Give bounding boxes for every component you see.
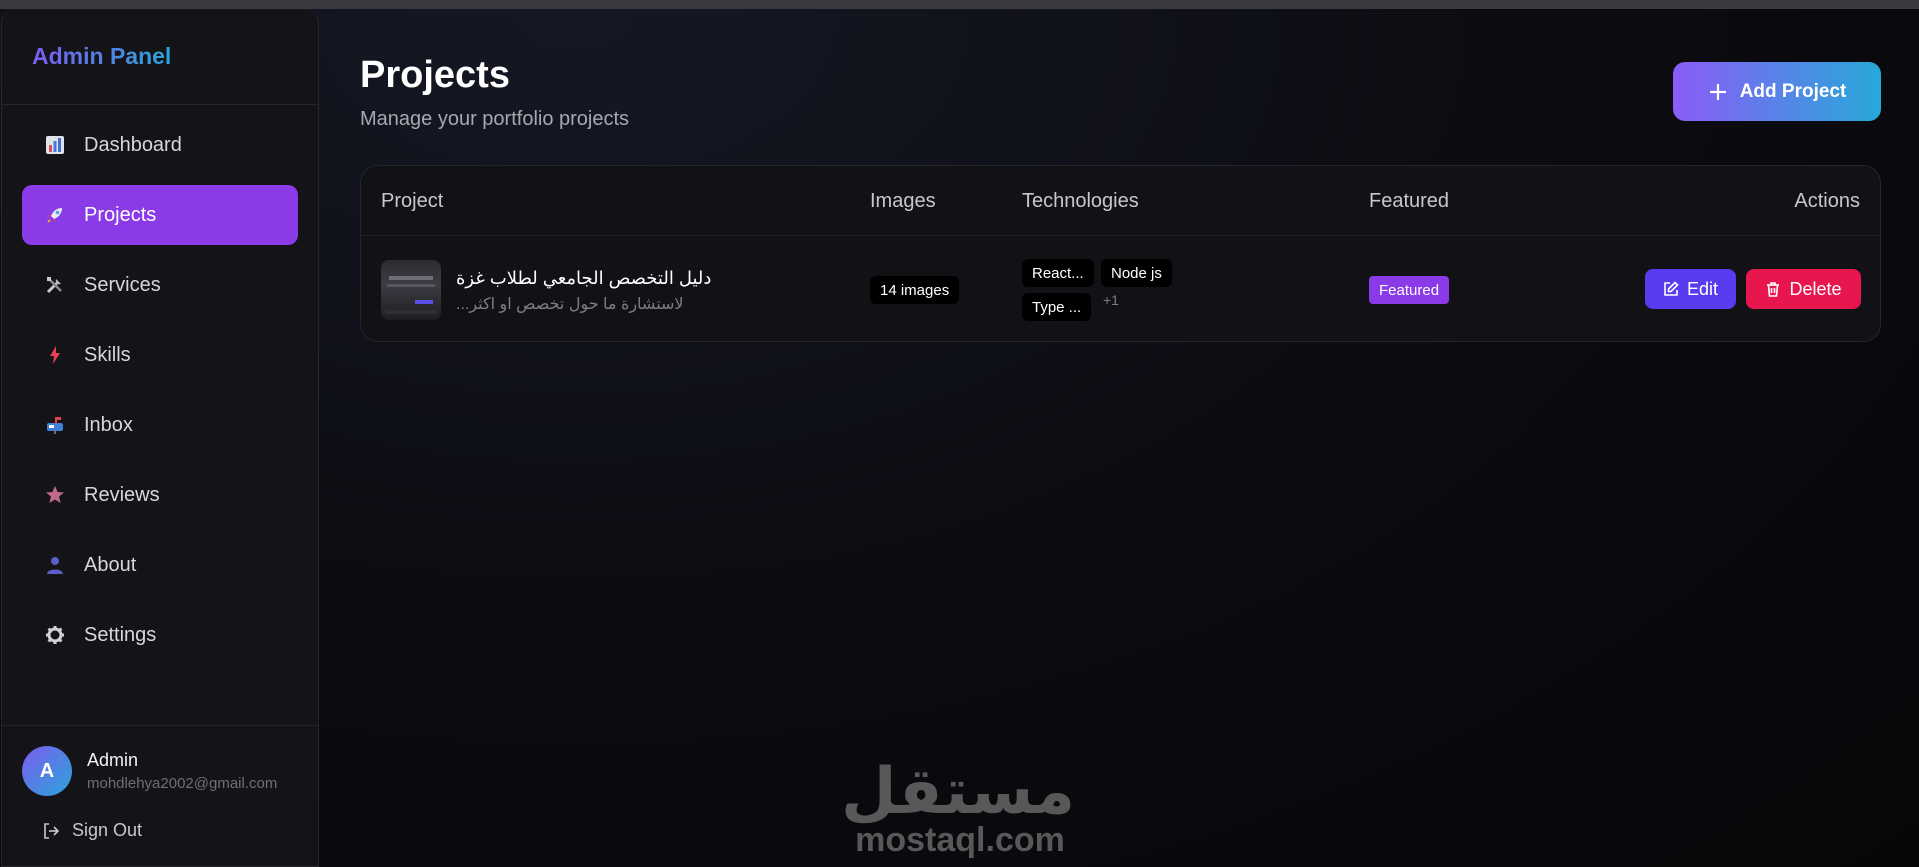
tech-tag: Node js [1101,259,1172,287]
sidebar-item-label: Dashboard [84,133,182,156]
sidebar-item-settings[interactable]: Settings [22,605,298,665]
rocket-icon [44,204,66,226]
tech-more-count: +1 [1103,292,1119,308]
table-header: Project Images Technologies Featured Act… [361,166,1880,236]
column-header-images: Images [870,190,936,212]
column-header-technologies: Technologies [1022,190,1139,212]
column-header-featured: Featured [1369,190,1450,212]
tools-icon [44,274,66,296]
browser-top-bar [0,0,1919,9]
delete-label: Delete [1789,278,1842,299]
app-root: Admin Panel Dashboard Projects Services [0,9,1919,867]
add-project-label: Add Project [1739,80,1847,102]
sidebar-item-skills[interactable]: Skills [22,325,298,385]
brand-title: Admin Panel [32,43,172,69]
watermark-latin: mostaql.com [855,821,1065,859]
column-header-actions: Actions [1794,190,1860,212]
user-email: mohdlehya2002@gmail.com [87,775,278,792]
sidebar-item-services[interactable]: Services [22,255,298,315]
project-title: دليل التخصص الجامعي لطلاب غزة [456,268,712,288]
images-count-badge: 14 images [870,276,960,304]
tech-tag: Type ... [1022,293,1092,321]
sign-out-label: Sign Out [72,820,143,840]
user-profile: A Admin mohdlehya2002@gmail.com [22,746,277,796]
gear-icon [44,624,66,646]
sidebar-item-inbox[interactable]: Inbox [22,395,298,455]
sidebar-item-label: Skills [84,343,131,366]
sidebar-nav: Dashboard Projects Services Skills Inbox… [2,115,318,665]
user-name: Admin [87,750,139,770]
sign-out-button[interactable]: Sign Out [42,820,142,841]
sign-out-icon [42,822,60,840]
bar-chart-icon [44,134,66,156]
avatar: A [22,746,72,796]
edit-button[interactable]: Edit [1645,269,1736,309]
tech-tag: React... [1022,259,1094,287]
person-icon [44,554,66,576]
column-header-project: Project [381,190,444,212]
mailbox-icon [44,414,66,436]
delete-button[interactable]: Delete [1746,269,1861,309]
sidebar-item-dashboard[interactable]: Dashboard [22,115,298,175]
sidebar-item-projects[interactable]: Projects [22,185,298,245]
sidebar-item-label: Services [84,273,161,296]
sidebar-item-label: Projects [84,203,157,226]
sidebar: Admin Panel Dashboard Projects Services [1,9,319,867]
project-description: لاستشارة ما حول تخصص او اكثر... [456,296,684,313]
page-title: Projects [360,54,510,96]
table-row: دليل التخصص الجامعي لطلاب غزة لاستشارة م… [361,236,1880,342]
sidebar-item-label: Settings [84,623,157,646]
lightning-icon [44,344,66,366]
brand: Admin Panel [2,9,318,105]
add-project-button[interactable]: Add Project [1673,62,1881,121]
sidebar-item-label: Inbox [84,413,133,436]
watermark-arabic: مستقل [840,755,1075,827]
sidebar-item-label: Reviews [84,483,160,506]
sidebar-item-label: About [84,553,137,576]
sidebar-item-reviews[interactable]: Reviews [22,465,298,525]
edit-icon [1663,281,1679,297]
star-icon [44,484,66,506]
trash-icon [1765,281,1781,297]
sidebar-footer: A Admin mohdlehya2002@gmail.com Sign Out [2,725,318,866]
project-thumbnail [381,260,441,320]
edit-label: Edit [1686,278,1719,299]
plus-icon [1708,82,1728,102]
featured-badge: Featured [1369,276,1450,304]
projects-table: Project Images Technologies Featured Act… [360,165,1881,342]
sidebar-item-about[interactable]: About [22,535,298,595]
user-info: Admin mohdlehya2002@gmail.com [87,750,277,792]
page-subtitle: Manage your portfolio projects [360,108,630,130]
